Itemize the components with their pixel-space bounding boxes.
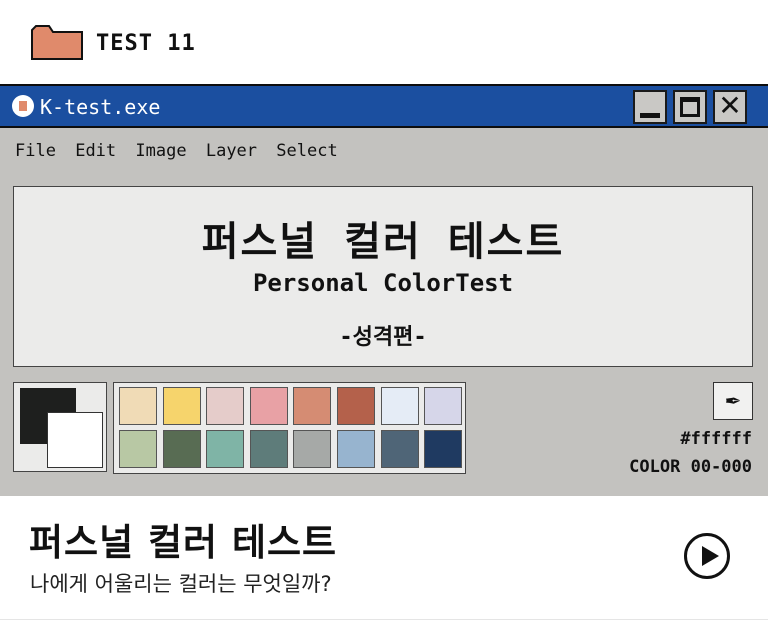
- color-palette: [113, 382, 466, 474]
- palette-color-13[interactable]: [293, 430, 332, 468]
- title-bar[interactable]: K-test.exe ✕: [0, 84, 768, 128]
- palette-color-15[interactable]: [380, 430, 419, 468]
- background-swatch[interactable]: [47, 412, 103, 468]
- menu-select[interactable]: Select: [276, 141, 337, 161]
- palette-color-5[interactable]: [293, 387, 332, 425]
- eyedropper-icon: ✒: [724, 389, 742, 413]
- info-section: 퍼스널 컬러 테스트 나에게 어울리는 컬러는 무엇일까?: [0, 496, 768, 620]
- play-icon[interactable]: [684, 533, 730, 579]
- palette-color-7[interactable]: [380, 387, 419, 425]
- minimize-icon: [640, 113, 660, 118]
- palette-color-9[interactable]: [119, 430, 157, 468]
- palette-color-14[interactable]: [337, 430, 375, 468]
- eyedropper-button[interactable]: ✒: [713, 382, 753, 420]
- canvas-title: 퍼스널 컬러 테스트: [201, 219, 565, 265]
- palette-color-3[interactable]: [206, 387, 245, 425]
- app-window: K-test.exe ✕ File Edit Image Layer Selec…: [0, 84, 768, 496]
- palette-color-10[interactable]: [162, 430, 201, 468]
- menu-file[interactable]: File: [15, 141, 56, 161]
- window-title: K-test.exe: [40, 95, 161, 119]
- palette-color-8[interactable]: [424, 387, 463, 425]
- folder-icon: [31, 25, 83, 60]
- minimize-button[interactable]: [633, 90, 667, 124]
- app-icon: [12, 95, 34, 117]
- canvas-edition: -성격편-: [339, 325, 427, 350]
- info-subtitle: 나에게 어울리는 컬러는 무엇일까?: [30, 572, 332, 596]
- palette-color-12[interactable]: [249, 430, 288, 468]
- palette-color-11[interactable]: [206, 430, 245, 468]
- menu-edit[interactable]: Edit: [75, 141, 116, 161]
- close-icon: ✕: [718, 89, 742, 122]
- maximize-icon: [680, 97, 700, 117]
- palette-color-2[interactable]: [162, 387, 201, 425]
- palette-color-1[interactable]: [119, 387, 157, 425]
- canvas-area: 퍼스널 컬러 테스트 Personal ColorTest -성격편-: [13, 186, 753, 367]
- color-code: COLOR 00-000: [629, 457, 752, 477]
- close-button[interactable]: ✕: [713, 89, 747, 124]
- menu-layer[interactable]: Layer: [206, 141, 257, 161]
- palette-color-4[interactable]: [249, 387, 288, 425]
- menu-image[interactable]: Image: [135, 141, 186, 161]
- hex-value: #ffffff: [680, 429, 752, 449]
- color-swatch-box: [13, 382, 107, 472]
- test-number-label: TEST 11: [96, 31, 196, 56]
- maximize-button[interactable]: [673, 90, 707, 124]
- palette-color-6[interactable]: [337, 387, 375, 425]
- top-bar: TEST 11: [0, 0, 768, 86]
- canvas-subtitle: Personal ColorTest: [252, 269, 514, 297]
- palette-color-16[interactable]: [424, 430, 463, 468]
- info-title: 퍼스널 컬러 테스트: [29, 521, 338, 564]
- menu-bar: File Edit Image Layer Select: [15, 141, 347, 161]
